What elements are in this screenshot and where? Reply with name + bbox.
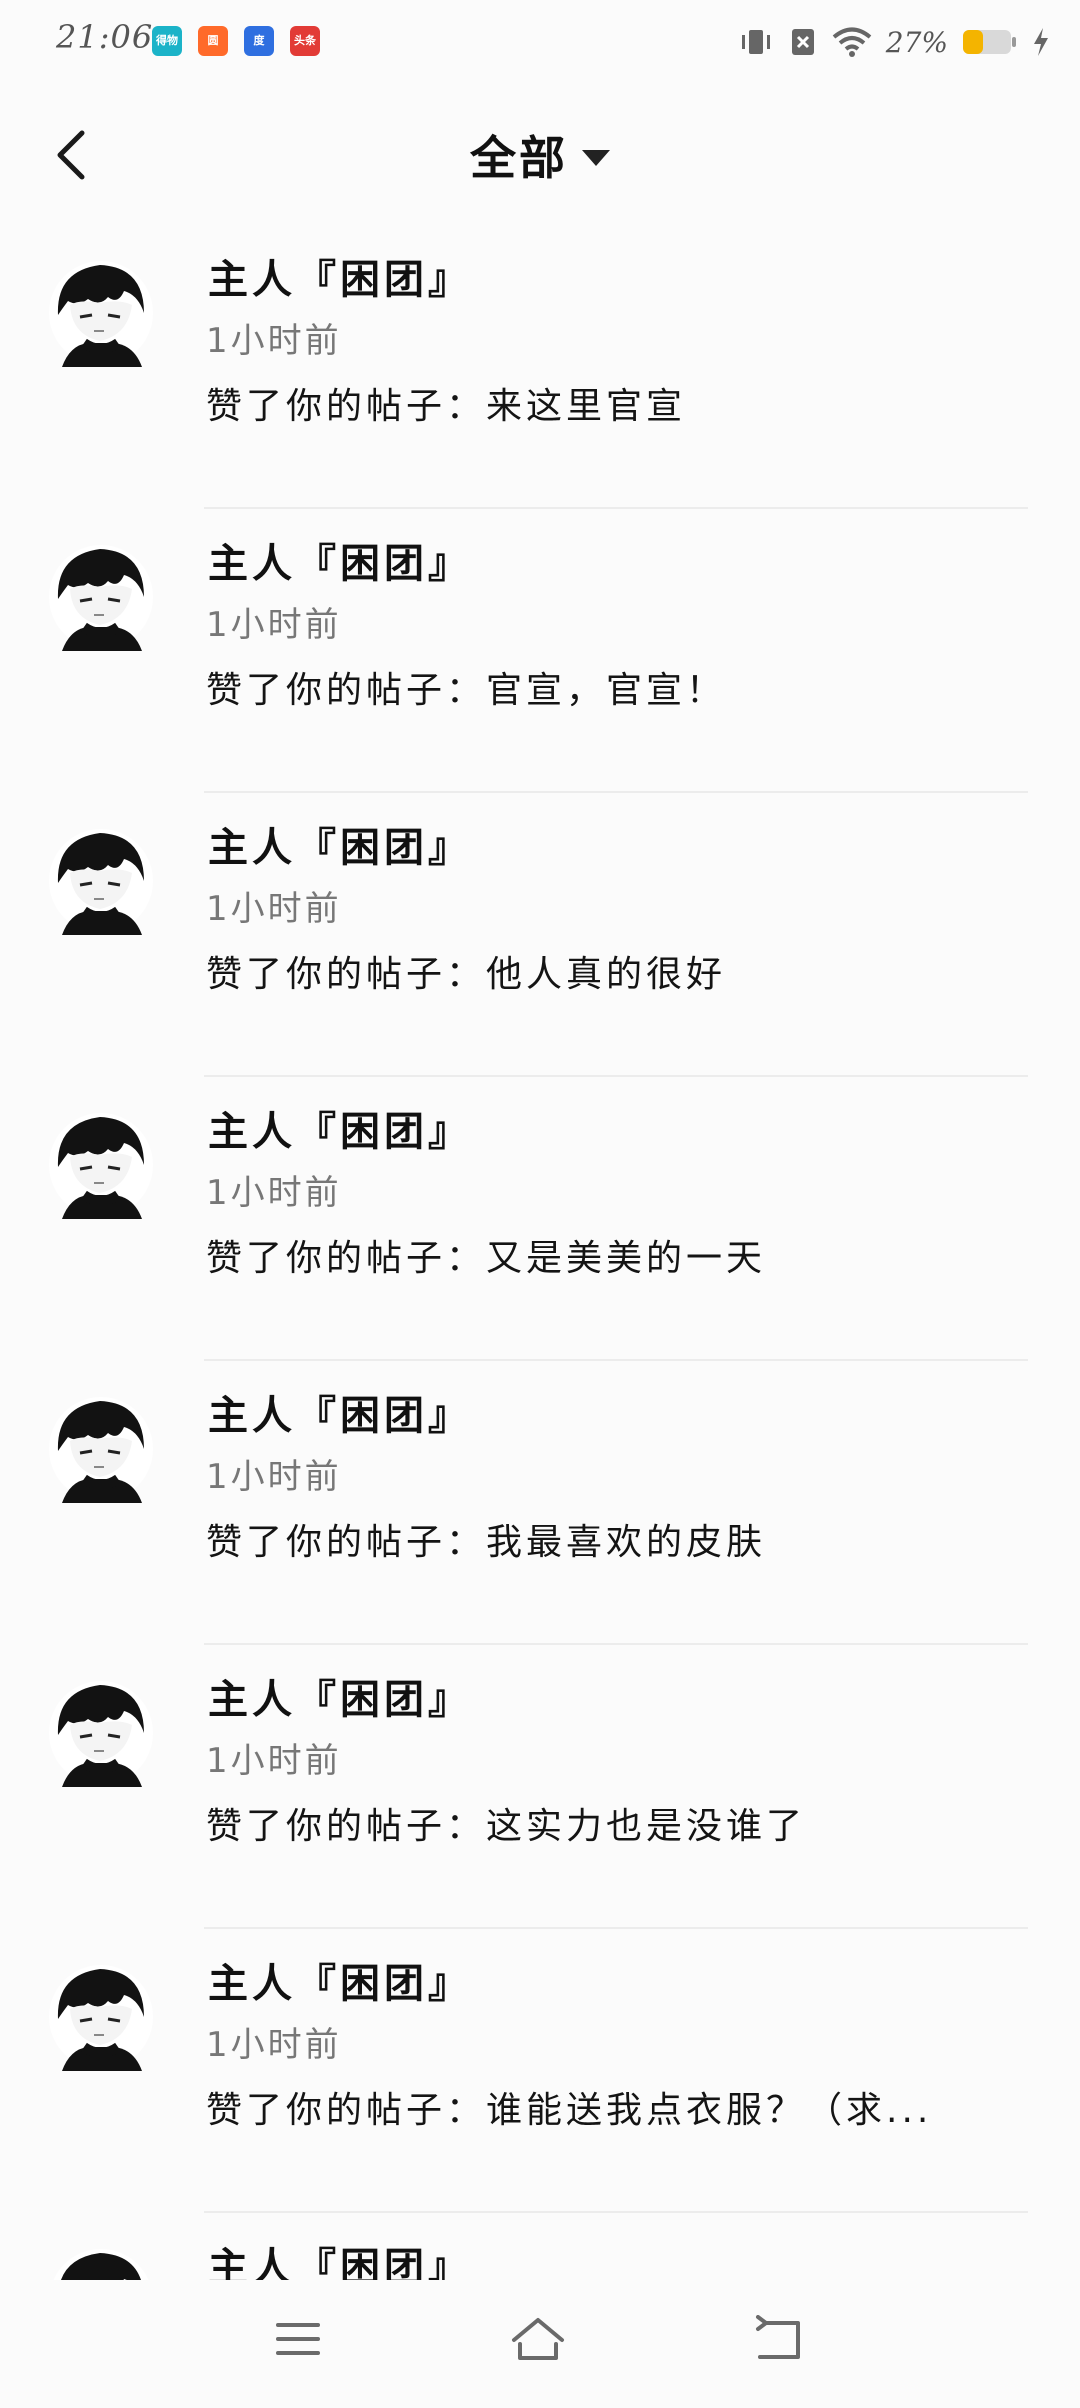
avatar[interactable] xyxy=(48,823,154,939)
timestamp: 1小时前 xyxy=(206,1457,342,1497)
list-item[interactable]: 主人『困团』 1小时前赞了你的帖子：官宣，官宣！ xyxy=(0,509,1080,793)
avatar[interactable] xyxy=(48,1391,154,1507)
status-indicators: 27% xyxy=(738,22,1050,62)
timestamp: 1小时前 xyxy=(206,889,342,929)
notification-text: 赞了你的帖子：这实力也是没谁了 xyxy=(206,1806,807,1847)
user-name[interactable]: 主人『困团』 xyxy=(208,531,472,589)
status-time: 21:06 xyxy=(56,18,154,56)
home-icon xyxy=(512,2318,564,2360)
menu-icon xyxy=(276,2323,320,2355)
avatar[interactable] xyxy=(48,539,154,655)
timestamp: 1小时前 xyxy=(206,321,342,361)
baidu-app-icon: 度 xyxy=(244,26,274,56)
list-item[interactable]: 主人『困团』 1小时前赞了你的帖子：他人真的很好 xyxy=(0,793,1080,1077)
menu-button[interactable] xyxy=(258,2304,338,2374)
return-button[interactable] xyxy=(738,2304,818,2374)
top-header: 全部 xyxy=(0,100,1080,210)
notification-text: 赞了你的帖子：又是美美的一天 xyxy=(206,1238,767,1279)
timestamp: 1小时前 xyxy=(206,1741,342,1781)
video-app-icon: 得物 xyxy=(152,26,182,56)
home-button[interactable] xyxy=(498,2304,578,2374)
list-item[interactable]: 主人『困团』 1小时前赞了你的帖子：又是美美的一天 xyxy=(0,1077,1080,1361)
avatar[interactable] xyxy=(48,2243,154,2280)
user-name[interactable]: 主人『困团』 xyxy=(208,1667,472,1725)
vibrate-icon xyxy=(741,30,770,54)
return-icon xyxy=(756,2315,800,2359)
list-item[interactable]: 主人『困团』 xyxy=(0,2213,1080,2280)
page-title: 全部 xyxy=(470,131,568,185)
timestamp: 1小时前 xyxy=(206,1173,342,1213)
notification-text: 赞了你的帖子：官宣，官宣！ xyxy=(206,670,727,711)
list-item[interactable]: 主人『困团』 1小时前赞了你的帖子：谁能送我点衣服？（求... xyxy=(0,1929,1080,2213)
timestamp: 1小时前 xyxy=(206,605,342,645)
notification-text: 赞了你的帖子：我最喜欢的皮肤 xyxy=(206,1522,767,1563)
user-name[interactable]: 主人『困团』 xyxy=(208,1099,472,1157)
wifi-icon xyxy=(832,27,872,57)
battery-icon xyxy=(963,30,1016,54)
avatar[interactable] xyxy=(48,1959,154,2075)
notification-list: 主人『困团』 1小时前 赞了你的帖子：来这里官宣 主人『困团』 1小时前 赞了你的帖子：… xyxy=(0,225,1080,2280)
user-name[interactable]: 主人『困团』 xyxy=(208,815,472,873)
notification-screen: 21:06 得物 圆 度 头条 27% 全部 主人『困团』 1小时前 赞了你的帖… xyxy=(0,0,1080,2408)
battery-percent: 27% xyxy=(885,25,948,59)
timestamp: 1小时前 xyxy=(206,2025,342,2065)
status-bar: 21:06 得物 圆 度 头条 27% xyxy=(0,0,1080,84)
notification-text: 赞了你的帖子：谁能送我点衣服？（求... xyxy=(206,2090,933,2131)
list-item[interactable]: 主人『困团』 1小时前赞了你的帖子：这实力也是没谁了 xyxy=(0,1645,1080,1929)
user-name[interactable]: 主人『困团』 xyxy=(208,1951,472,2009)
notification-text: 赞了你的帖子：他人真的很好 xyxy=(206,954,727,995)
system-nav-bar xyxy=(0,2280,1080,2408)
no-sim-icon xyxy=(791,29,814,55)
avatar[interactable] xyxy=(48,1107,154,1223)
notification-text: 赞了你的帖子：来这里官宣 xyxy=(206,386,687,427)
user-name[interactable]: 主人『困团』 xyxy=(208,2235,472,2280)
filter-dropdown[interactable]: 全部 xyxy=(0,120,1080,190)
map-app-icon: 圆 xyxy=(198,26,228,56)
toutiao-app-icon: 头条 xyxy=(290,26,320,56)
charging-icon xyxy=(1034,28,1048,56)
caret-down-icon xyxy=(582,150,610,166)
avatar[interactable] xyxy=(48,1675,154,1791)
user-name[interactable]: 主人『困团』 xyxy=(208,247,472,305)
list-item[interactable]: 主人『困团』 1小时前赞了你的帖子：来这里官宣 xyxy=(0,225,1080,509)
user-name[interactable]: 主人『困团』 xyxy=(208,1383,472,1441)
avatar[interactable] xyxy=(48,255,154,371)
list-item[interactable]: 主人『困团』 1小时前赞了你的帖子：我最喜欢的皮肤 xyxy=(0,1361,1080,1645)
